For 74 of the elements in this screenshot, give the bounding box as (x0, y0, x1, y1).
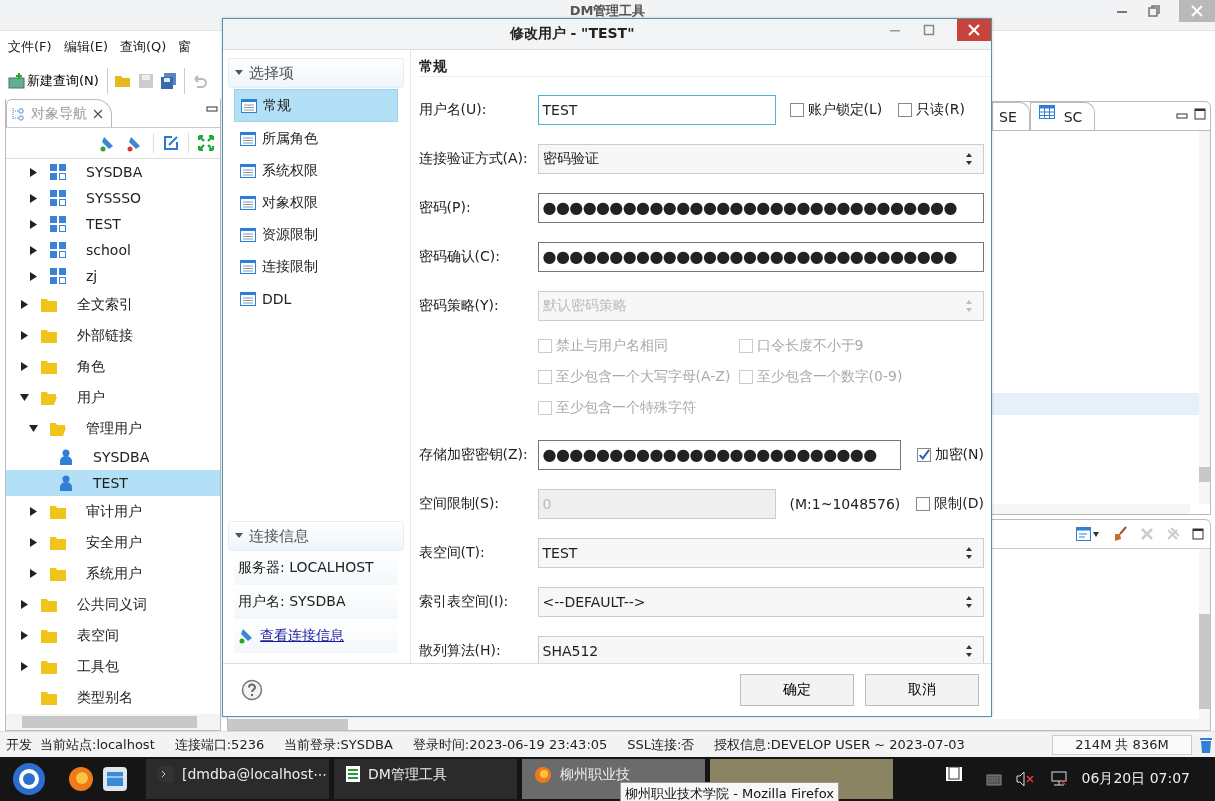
tree-item[interactable]: 管理用户 (6, 413, 220, 444)
status-text: 当前站点:localhost (40, 735, 155, 754)
menu-item[interactable]: 查询(Q) (120, 38, 167, 56)
status-text: SSL连接:否 (627, 735, 695, 754)
clock: 06月20日 07:07 (1081, 770, 1190, 788)
field-label: 空间限制(S): (418, 494, 501, 513)
tree-item[interactable]: 表空间 (6, 620, 220, 651)
options-list-item[interactable]: 连接限制 (234, 251, 398, 282)
field-label: 存储加密密钥(Z): (418, 445, 528, 464)
tree-item[interactable]: TEST (6, 211, 220, 237)
tree-item[interactable]: 角色 (6, 351, 220, 382)
password-field[interactable]: ●●●●●●●●●●●●●●●●●●●●●●●●●●●●●●● (537, 192, 984, 223)
field-label: 用户名(U): (418, 100, 488, 119)
tree-item[interactable]: zj (6, 263, 220, 289)
status-text: 授权信息:DEVELOP USER ~ 2023-07-03 (714, 735, 965, 754)
field-label: 连接验证方式(A): (418, 149, 528, 168)
dropdown[interactable]: 密码验证 (537, 143, 984, 174)
tooltip: 柳州职业技术学院 - Mozilla Firefox (620, 782, 839, 801)
field-label: 表空间(T): (418, 543, 486, 562)
tree-item[interactable]: 审计用户 (6, 496, 220, 527)
field-label: 密码(P): (418, 198, 472, 217)
section-title: 常规 (418, 58, 991, 77)
tree-item[interactable]: SYSSSO (6, 185, 220, 211)
checkbox[interactable]: 只读(R) (898, 100, 965, 119)
section-header[interactable]: 选择项 (228, 58, 404, 88)
mode-label: 开发 (6, 735, 32, 754)
text-field[interactable]: TEST (537, 94, 776, 125)
dialog-title: 修改用户 - "TEST" (509, 25, 635, 43)
window-title: DM管理工具 (569, 2, 646, 20)
password-field[interactable]: ●●●●●●●●●●●●●●●●●●●●●●●●●●●●●●● (537, 241, 984, 272)
tree-item[interactable]: 系统用户 (6, 558, 220, 589)
tree-item[interactable]: 用户 (6, 382, 220, 413)
tree-item[interactable]: school (6, 237, 220, 263)
memory-indicator: 214M 共 836M (1052, 734, 1192, 755)
checkbox[interactable]: 加密(N) (916, 445, 984, 464)
status-text: 当前登录:SYSDBA (284, 735, 393, 754)
field-label: 密码确认(C): (418, 247, 501, 266)
taskbar-button[interactable]: DM管理工具 (334, 759, 517, 799)
tree-item[interactable]: 安全用户 (6, 527, 220, 558)
editor-tab[interactable]: SE (992, 102, 1030, 130)
status-text: 连接端口:5236 (174, 735, 265, 754)
field-label: 密码策略(Y): (418, 296, 500, 315)
password-field[interactable]: ●●●●●●●●●●●●●●●●●●●●●●●●● (537, 439, 901, 470)
dialog-button[interactable]: 确定 (740, 674, 854, 706)
options-list-item[interactable]: DDL (234, 283, 398, 314)
options-list-item[interactable]: 所属角色 (234, 123, 398, 154)
tree-item[interactable]: 公共同义词 (6, 589, 220, 620)
editor-tab[interactable]: SC (1029, 102, 1096, 130)
field-label: 散列算法(H): (418, 641, 502, 660)
section-header[interactable]: 连接信息 (228, 521, 404, 551)
checkbox[interactable]: 账户锁定(L) (789, 100, 883, 119)
dropdown[interactable]: SHA512 (537, 635, 984, 663)
tree-item[interactable]: 全文索引 (6, 289, 220, 320)
tree-item[interactable]: SYSDBA (6, 444, 220, 470)
status-text: 登录时间:2023-06-19 23:43:05 (412, 735, 608, 754)
dropdown[interactable]: <--DEFAULT--> (537, 586, 984, 617)
options-list-item[interactable]: 常规 (234, 89, 398, 122)
tree-item[interactable]: TEST (6, 470, 220, 496)
dropdown[interactable]: TEST (537, 537, 984, 568)
options-list-item[interactable]: 对象权限 (234, 187, 398, 218)
taskbar-button[interactable]: [dmdba@localhost⋯ (146, 759, 329, 799)
range-hint: (M:1~1048576) (789, 495, 901, 512)
dialog-button[interactable]: 取消 (865, 674, 979, 706)
menu-item[interactable]: 文件(F) (8, 38, 52, 56)
tree-item[interactable]: 外部链接 (6, 320, 220, 351)
options-list-item[interactable]: 资源限制 (234, 219, 398, 250)
tree-item[interactable]: SYSDBA (6, 159, 220, 185)
new-query-button[interactable]: 新建查询(N) (6, 70, 101, 92)
field-label: 索引表空间(I): (418, 592, 510, 611)
menu-item[interactable]: 编辑(E) (63, 38, 108, 56)
options-list-item[interactable]: 系统权限 (234, 155, 398, 186)
tree-item[interactable]: 类型别名 (6, 682, 220, 713)
menu-item[interactable]: 窗 (178, 38, 192, 56)
tree-item[interactable]: 工具包 (6, 651, 220, 682)
